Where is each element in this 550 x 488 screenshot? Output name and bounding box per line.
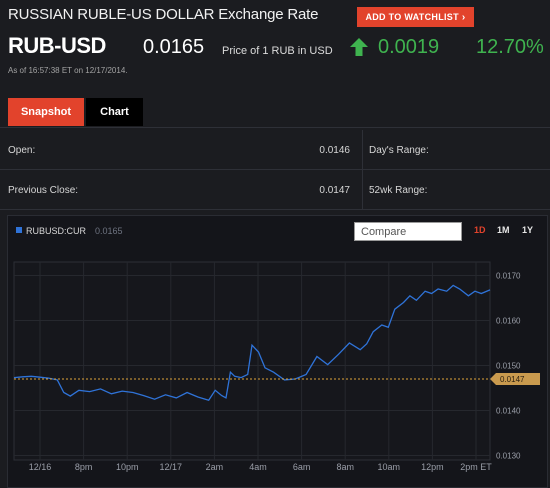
chart-panel: RUBUSD:CUR 0.0165 Compare 1D 1M 1Y 12/16… [7, 215, 548, 488]
stat-value: 0.0146 [319, 145, 350, 156]
range-1y-button[interactable]: 1Y [522, 225, 533, 235]
y-tick-label: 0.0150 [496, 362, 521, 371]
y-tick-label: 0.0160 [496, 317, 521, 326]
compare-placeholder: Compare [361, 225, 407, 238]
x-tick-label: 8am [336, 462, 354, 472]
page-title: RUSSIAN RUBLE-US DOLLAR Exchange Rate [8, 6, 319, 23]
x-tick-label: 12pm [421, 462, 444, 472]
previous-close-tag-label: 0.0147 [500, 375, 525, 384]
x-tick-label: 10pm [116, 462, 139, 472]
tab-snapshot[interactable]: Snapshot [8, 98, 84, 126]
divider [362, 130, 363, 170]
x-tick-label: 12/17 [160, 462, 183, 472]
stat-row-open: Open: 0.0146 Day's Range: [0, 130, 550, 170]
x-tick-label: 10am [378, 462, 401, 472]
ticker-symbol: RUB-USD [8, 33, 106, 58]
plot-area [13, 261, 491, 461]
tab-bar: Snapshot Chart [0, 96, 550, 128]
up-arrow-icon [350, 38, 368, 56]
chart-header: RUBUSD:CUR 0.0165 Compare 1D 1M 1Y [8, 216, 549, 246]
compare-input[interactable]: Compare [354, 222, 462, 241]
x-tick-label: 8pm [75, 462, 93, 472]
y-tick-label: 0.0130 [496, 452, 521, 461]
divider [362, 170, 363, 210]
price-unit-label: Price of 1 RUB in USD [222, 45, 333, 57]
tab-chart[interactable]: Chart [86, 98, 143, 126]
chevron-right-icon: › [461, 11, 466, 23]
y-tick-label: 0.0140 [496, 407, 521, 416]
price-change-percent: 12.70% [476, 36, 544, 58]
x-tick-label: 4am [249, 462, 267, 472]
range-1d-button[interactable]: 1D [474, 225, 486, 235]
series-label: RUBUSD:CUR [26, 226, 87, 236]
stat-row-previous-close: Previous Close: 0.0147 52wk Range: [0, 170, 550, 210]
price-change: 0.0019 [378, 36, 440, 58]
price-value: 0.0165 [143, 36, 205, 58]
stat-label: Previous Close: [8, 185, 79, 196]
stat-value: 0.0147 [319, 185, 350, 196]
x-tick-label: 2pm ET [460, 462, 492, 472]
series-color-marker [16, 227, 22, 233]
range-1m-button[interactable]: 1M [497, 225, 510, 235]
as-of-timestamp: As of 16:57:38 ET on 12/17/2014. [8, 66, 128, 75]
x-tick-label: 6am [293, 462, 311, 472]
y-tick-label: 0.0170 [496, 272, 521, 281]
x-tick-label: 2am [206, 462, 224, 472]
x-tick-label: 12/16 [29, 462, 52, 472]
stat-label: Day's Range: [369, 145, 429, 156]
stat-label: 52wk Range: [369, 185, 428, 196]
stat-label: Open: [8, 145, 36, 156]
price-line-chart: 12/16 8pm 10pm 12/17 2am 4am 6am 8am 10am 12pm 2pm… [13, 261, 540, 472]
add-to-watchlist-button[interactable]: ADD TO WATCHLIST › [357, 7, 474, 27]
series-price: 0.0165 [95, 226, 123, 236]
watchlist-button-label: ADD TO WATCHLIST [365, 12, 459, 22]
